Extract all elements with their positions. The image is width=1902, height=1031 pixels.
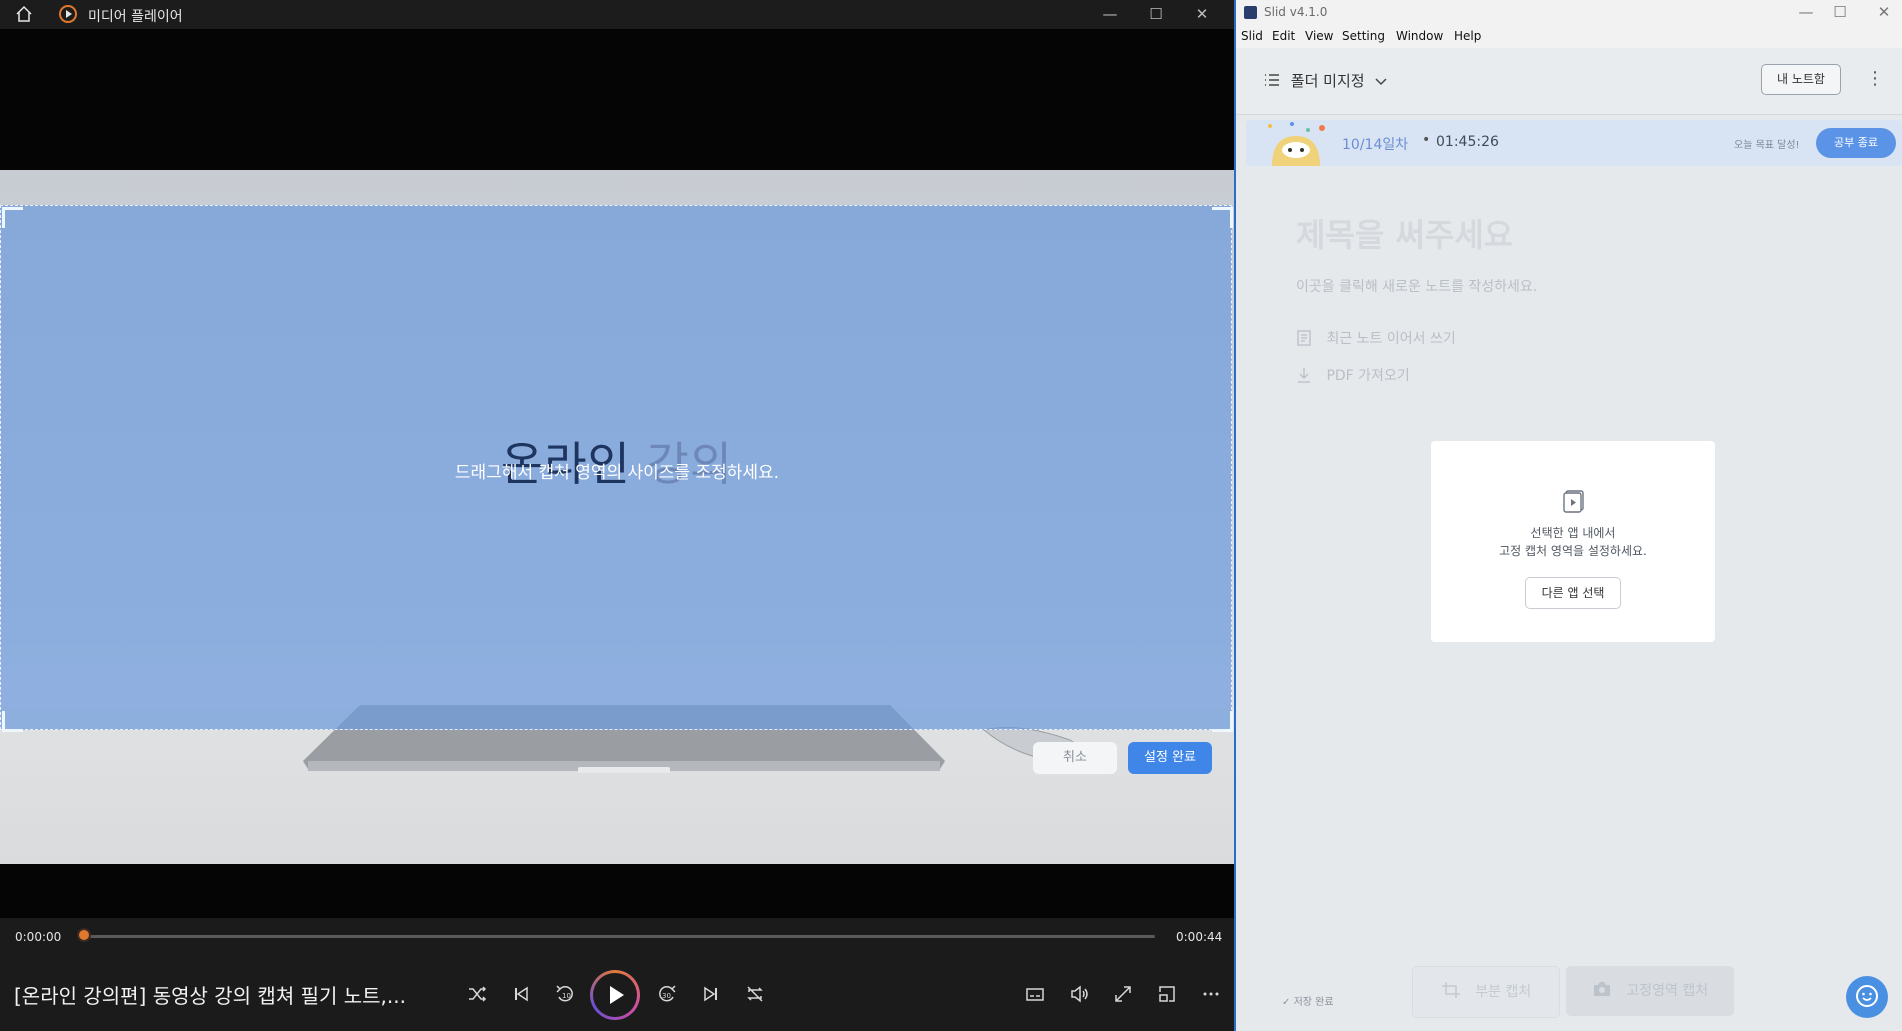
continue-recent-note[interactable]: 최근 노트 이어서 쓰기 xyxy=(1296,328,1456,348)
chat-smile-icon xyxy=(1856,985,1878,1007)
chevron-down-icon xyxy=(1375,78,1387,86)
video-capture-icon xyxy=(1563,490,1584,513)
select-other-app-button[interactable]: 다른 앱 선택 xyxy=(1525,577,1621,609)
media-player-window: 미디어 플레이어 — ☐ ✕ 온라인 강의 드래그해서 캡처 영역의 사이즈를 … xyxy=(0,0,1234,1031)
minimize-button[interactable]: — xyxy=(1092,4,1128,24)
check-icon: ✓ xyxy=(1282,997,1291,1008)
slid-menubar: Slid Edit View Setting Window Help xyxy=(1236,25,1902,49)
mini-player-icon[interactable] xyxy=(1153,980,1181,1008)
save-status: ✓ 저장 완료 xyxy=(1282,993,1334,1008)
video-title: [온라인 강의편] 동영상 강의 캡쳐 필기 노트,... xyxy=(14,984,406,1008)
kebab-menu-icon[interactable]: ⋮ xyxy=(1866,68,1884,89)
crop-icon xyxy=(1441,982,1460,998)
volume-icon[interactable] xyxy=(1065,980,1093,1008)
media-player-app-icon xyxy=(58,4,78,24)
forward-30-icon[interactable]: 30 xyxy=(653,980,681,1008)
menu-slid[interactable]: Slid xyxy=(1241,29,1263,43)
slid-app-icon xyxy=(1244,6,1257,19)
continue-recent-label: 최근 노트 이어서 쓰기 xyxy=(1326,331,1456,347)
study-day: 10/14일차 xyxy=(1342,137,1409,153)
menu-help[interactable]: Help xyxy=(1454,29,1481,43)
media-player-title: 미디어 플레이어 xyxy=(88,9,183,25)
seek-thumb[interactable] xyxy=(77,928,91,942)
play-icon xyxy=(610,986,624,1004)
fixed-capture-line-2: 고정 캡처 영역을 설정하세요. xyxy=(1499,544,1647,558)
video-frame[interactable]: 온라인 강의 드래그해서 캡처 영역의 사이즈를 조정하세요. 취소 설정 완료 xyxy=(0,170,1234,864)
resize-handle-top-right[interactable] xyxy=(1212,207,1233,228)
close-button[interactable]: ✕ xyxy=(1184,4,1220,24)
my-notes-button[interactable]: 내 노트함 xyxy=(1761,64,1841,95)
previous-icon[interactable] xyxy=(507,980,535,1008)
media-player-titlebar: 미디어 플레이어 — ☐ ✕ xyxy=(0,0,1234,29)
folder-selector[interactable]: 폴더 미지정 xyxy=(1264,70,1387,91)
playback-controls: 0:00:00 0:00:44 [온라인 강의편] 동영상 강의 캡쳐 필기 노… xyxy=(0,918,1234,1031)
note-icon xyxy=(1297,330,1311,346)
slid-minimize-button[interactable]: — xyxy=(1788,2,1824,22)
mascot-icon xyxy=(1268,122,1325,166)
slid-maximize-button[interactable]: ☐ xyxy=(1822,2,1858,22)
fullscreen-icon[interactable] xyxy=(1109,980,1137,1008)
fixed-capture-button[interactable]: 고정영역 캡처 xyxy=(1566,966,1734,1016)
menu-view[interactable]: View xyxy=(1305,29,1333,43)
subtitles-icon[interactable] xyxy=(1021,980,1049,1008)
menu-edit[interactable]: Edit xyxy=(1272,29,1295,43)
menu-window[interactable]: Window xyxy=(1396,29,1443,43)
folder-label: 폴더 미지정 xyxy=(1290,72,1365,90)
save-status-label: 저장 완료 xyxy=(1293,997,1334,1008)
note-body-input[interactable]: 이곳을 클릭해 새로운 노트를 작성하세요. xyxy=(1296,276,1537,296)
time-total: 0:00:44 xyxy=(1176,930,1223,944)
fixed-capture-line-1: 선택한 앱 내에서 xyxy=(1530,526,1616,540)
home-icon[interactable] xyxy=(14,4,34,24)
slid-header: 폴더 미지정 내 노트함 ⋮ xyxy=(1236,48,1902,115)
fixed-capture-card: 선택한 앱 내에서 고정 캡처 영역을 설정하세요. 다른 앱 선택 xyxy=(1431,441,1715,642)
slid-titlebar: Slid v4.1.0 — ☐ ✕ xyxy=(1236,0,1902,25)
partial-capture-label: 부분 캡처 xyxy=(1475,984,1532,1000)
end-study-button[interactable]: 공부 종료 xyxy=(1816,128,1896,158)
study-status-bar: 10/14일차 • 01:45:26 오늘 목표 달성! 공부 종료 xyxy=(1246,120,1902,166)
play-button[interactable] xyxy=(590,970,640,1020)
seek-bar[interactable] xyxy=(85,935,1155,938)
fixed-capture-message: 선택한 앱 내에서 고정 캡처 영역을 설정하세요. xyxy=(1431,524,1715,560)
camera-icon xyxy=(1593,982,1610,996)
slid-footer: ✓ 저장 완료 부분 캡처 고정영역 캡처 xyxy=(1236,950,1902,1031)
resize-handle-top-left[interactable] xyxy=(2,207,23,228)
next-icon[interactable] xyxy=(697,980,725,1008)
download-icon xyxy=(1298,368,1310,383)
import-pdf[interactable]: PDF 가져오기 xyxy=(1296,365,1410,385)
svg-text:30: 30 xyxy=(662,992,671,1000)
capture-resize-hint: 드래그해서 캡처 영역의 사이즈를 조정하세요. xyxy=(454,463,780,483)
import-pdf-label: PDF 가져오기 xyxy=(1326,368,1410,384)
more-options-icon[interactable] xyxy=(1197,980,1225,1008)
capture-confirm-button[interactable]: 설정 완료 xyxy=(1128,742,1212,774)
list-icon xyxy=(1265,74,1279,86)
slid-window: Slid v4.1.0 — ☐ ✕ Slid Edit View Setting… xyxy=(1236,0,1902,1031)
maximize-button[interactable]: ☐ xyxy=(1138,4,1174,24)
fixed-capture-label: 고정영역 캡처 xyxy=(1626,983,1709,999)
partial-capture-button[interactable]: 부분 캡처 xyxy=(1412,966,1560,1018)
separator-dot: • xyxy=(1422,132,1431,148)
slid-title: Slid v4.1.0 xyxy=(1264,5,1328,19)
slid-close-button[interactable]: ✕ xyxy=(1866,2,1902,22)
resize-handle-bottom-right[interactable] xyxy=(1212,711,1233,732)
svg-text:10: 10 xyxy=(562,992,571,1000)
capture-cancel-button[interactable]: 취소 xyxy=(1033,742,1117,774)
time-current: 0:00:00 xyxy=(15,930,62,944)
study-timer: 01:45:26 xyxy=(1436,134,1499,150)
repeat-off-icon[interactable] xyxy=(741,980,769,1008)
chat-support-button[interactable] xyxy=(1846,976,1888,1018)
resize-handle-bottom-left[interactable] xyxy=(2,711,23,732)
rewind-10-icon[interactable]: 10 xyxy=(551,980,579,1008)
menu-setting[interactable]: Setting xyxy=(1342,29,1385,43)
shuffle-icon[interactable] xyxy=(463,980,491,1008)
goal-achieved-text: 오늘 목표 달성! xyxy=(1734,140,1800,151)
note-title-input[interactable]: 제목을 써주세요 xyxy=(1296,210,1513,256)
